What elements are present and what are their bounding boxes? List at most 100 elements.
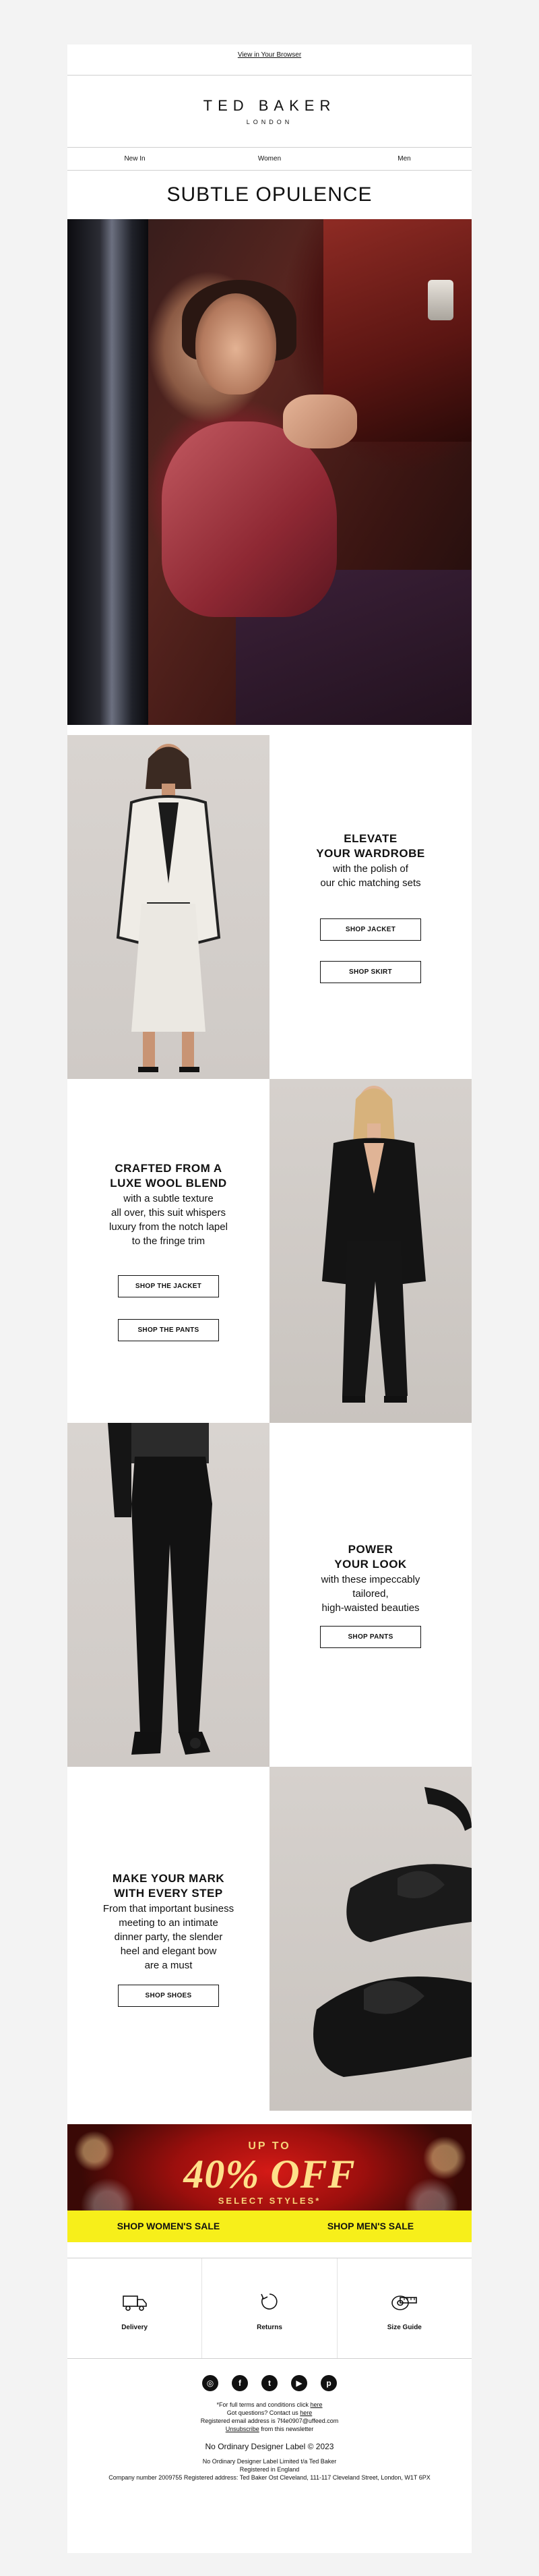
terms-line: *For full terms and conditions click her… <box>67 2401 472 2409</box>
body-line: From that important business <box>102 1902 234 1914</box>
registered-email: Registered email address is 7f4e0907@uff… <box>200 2418 339 2424</box>
copyright: No Ordinary Designer Label © 2023 <box>205 2442 334 2451</box>
unsubscribe-text: from this newsletter <box>259 2426 314 2432</box>
product-row-1: ELEVATE YOUR WARDROBE with the polish of… <box>67 735 472 1079</box>
section-title: POWER YOUR LOOK <box>334 1542 406 1572</box>
shop-the-jacket-button[interactable]: SHOP THE JACKET <box>118 1275 219 1297</box>
section-title: ELEVATE YOUR WARDROBE <box>316 831 424 861</box>
tailored-pants-image[interactable] <box>67 1423 270 1767</box>
contact-link[interactable]: here <box>300 2409 312 2416</box>
product-row-3: POWER YOUR LOOK with these impeccably ta… <box>67 1423 472 1767</box>
nav-women[interactable]: Women <box>203 155 336 163</box>
body-line: to the fringe trim <box>131 1235 205 1247</box>
jacket-skirt-set-image[interactable] <box>67 735 270 1079</box>
section-title-line: CRAFTED FROM A <box>115 1161 222 1175</box>
black-suit-image[interactable] <box>270 1079 472 1423</box>
shop-pants-button[interactable]: SHOP PANTS <box>320 1625 421 1648</box>
model-illustration <box>108 1423 212 1755</box>
hero-car-frame <box>67 219 148 725</box>
product-row-4: MAKE YOUR MARK WITH EVERY STEP From that… <box>67 1767 472 2111</box>
section-body: with a subtle texture all over, this sui… <box>109 1192 228 1248</box>
bow-heels-image[interactable] <box>270 1767 472 2111</box>
social-links: ◎ f t ▶ p <box>67 2375 472 2391</box>
section-title-line: POWER <box>348 1542 393 1556</box>
model-illustration <box>116 744 221 1072</box>
shoes-illustration <box>313 1787 472 2077</box>
unsubscribe-link[interactable]: Unsubscribe <box>226 2426 259 2432</box>
shop-shoes-button[interactable]: SHOP SHOES <box>118 1984 219 2007</box>
section-1-text: ELEVATE YOUR WARDROBE with the polish of… <box>270 735 472 1079</box>
footer: *For full terms and conditions click her… <box>67 2401 472 2482</box>
body-line: with these impeccably <box>321 1573 420 1585</box>
returns-icon <box>261 2293 278 2310</box>
size-guide-link[interactable]: Size Guide <box>336 2258 472 2358</box>
shop-womens-sale-link[interactable]: SHOP WOMEN'S SALE <box>67 2211 270 2242</box>
sale-links-bar: SHOP WOMEN'S SALE SHOP MEN'S SALE <box>67 2211 472 2242</box>
hero-image[interactable] <box>67 219 472 725</box>
body-line: are a must <box>144 1959 193 1971</box>
contact-line: Got questions? Contact us here <box>67 2409 472 2417</box>
shop-jacket-button[interactable]: SHOP JACKET <box>320 918 421 941</box>
section-title: MAKE YOUR MARK WITH EVERY STEP <box>113 1871 224 1901</box>
brand-logo[interactable]: TED BAKER LONDON <box>67 76 472 147</box>
youtube-icon[interactable]: ▶ <box>291 2375 307 2391</box>
section-body: From that important business meeting to … <box>103 1902 234 1972</box>
nav-men[interactable]: Men <box>338 155 471 163</box>
legal-line: Company number 2009755 Registered addres… <box>108 2474 431 2481</box>
section-title: CRAFTED FROM A LUXE WOOL BLEND <box>110 1161 226 1191</box>
terms-link[interactable]: here <box>311 2401 323 2408</box>
contact-text: Got questions? Contact us <box>226 2409 300 2416</box>
legal-line: No Ordinary Designer Label Limited t/a T… <box>202 2458 337 2465</box>
email-container: View in Your Browser TED BAKER LONDON Ne… <box>67 45 472 2553</box>
view-in-browser-link[interactable]: View in Your Browser <box>67 45 472 75</box>
hero-coat <box>162 421 337 617</box>
body-line: with the polish of <box>333 862 408 875</box>
instagram-icon[interactable]: ◎ <box>202 2375 218 2391</box>
terms-text: *For full terms and conditions click <box>216 2401 311 2408</box>
section-title-line: LUXE WOOL BLEND <box>110 1176 227 1190</box>
legal-line: Registered in England <box>239 2466 300 2473</box>
facebook-icon[interactable]: f <box>232 2375 248 2391</box>
body-line: all over, this suit whispers <box>110 1206 226 1219</box>
promo-percent: 40% OFF <box>183 2152 356 2196</box>
section-4-text: MAKE YOUR MARK WITH EVERY STEP From that… <box>67 1767 270 2111</box>
hero-hand <box>283 394 357 448</box>
section-title-line: YOUR LOOK <box>334 1557 407 1571</box>
section-2-text: CRAFTED FROM A LUXE WOOL BLEND with a su… <box>67 1079 270 1423</box>
main-nav: New In Women Men <box>67 148 472 170</box>
body-line: dinner party, the slender <box>114 1931 223 1943</box>
brand-subtitle: LONDON <box>246 119 293 125</box>
hero-seatbelt-buckle <box>428 280 453 320</box>
section-title-line: WITH EVERY STEP <box>114 1886 223 1900</box>
services-bar: Delivery Returns Size Guide <box>67 2258 472 2359</box>
body-line: with a subtle texture <box>123 1192 214 1204</box>
section-title-line: YOUR WARDROBE <box>316 846 425 860</box>
shop-the-pants-button[interactable]: SHOP THE PANTS <box>118 1318 219 1341</box>
shop-skirt-button[interactable]: SHOP SKIRT <box>320 960 421 983</box>
pinterest-icon[interactable]: p <box>321 2375 337 2391</box>
tape-measure-icon <box>391 2295 418 2310</box>
sale-banner[interactable]: UP TO 40% OFF SELECT STYLES* SHOP WOMEN'… <box>67 2124 472 2242</box>
delivery-link[interactable]: Delivery <box>67 2258 201 2358</box>
size-guide-label: Size Guide <box>387 2324 422 2331</box>
body-line: luxury from the notch lapel <box>109 1221 228 1233</box>
body-line: tailored, <box>352 1587 389 1600</box>
body-line: high-waisted beauties <box>321 1602 420 1614</box>
section-body: with the polish of our chic matching set… <box>320 862 420 890</box>
section-body: with these impeccably tailored, high-wai… <box>321 1573 420 1615</box>
delivery-label: Delivery <box>121 2324 148 2331</box>
returns-label: Returns <box>257 2324 282 2331</box>
hero-face <box>195 293 276 394</box>
twitter-icon[interactable]: t <box>261 2375 278 2391</box>
shop-mens-sale-link[interactable]: SHOP MEN'S SALE <box>270 2211 472 2242</box>
promo-select-styles: SELECT STYLES* <box>218 2196 321 2206</box>
nav-new-in[interactable]: New In <box>68 155 201 163</box>
truck-icon <box>122 2295 147 2311</box>
body-line: heel and elegant bow <box>120 1945 217 1957</box>
section-3-text: POWER YOUR LOOK with these impeccably ta… <box>270 1423 472 1767</box>
section-title-line: ELEVATE <box>344 831 398 845</box>
unsubscribe-line: Unsubscribe from this newsletter <box>67 2425 472 2433</box>
brand-name: TED BAKER <box>203 97 336 114</box>
returns-link[interactable]: Returns <box>201 2258 336 2358</box>
body-line: meeting to an intimate <box>119 1916 218 1929</box>
